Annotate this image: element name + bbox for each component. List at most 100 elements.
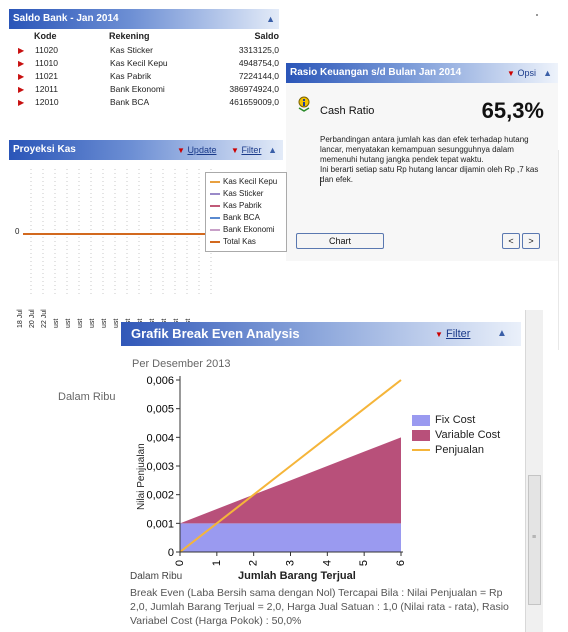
rekening-cell: Bank BCA — [110, 97, 150, 107]
saldo-bank-title: Saldo Bank - Jan 2014 — [13, 13, 119, 24]
x-tick-label: 4 — [321, 560, 333, 566]
side-divider — [558, 150, 559, 350]
legend-item: Bank Ekonomi — [210, 224, 275, 235]
kode-cell: 12011 — [35, 84, 59, 94]
legend-item: Kas Pabrik — [210, 200, 262, 211]
dropdown-icon: ▼ — [231, 146, 239, 155]
right-scrollbar[interactable]: ≡ — [525, 310, 543, 632]
chart-legend: Fix Cost Variable Cost Penjualan — [412, 414, 522, 460]
saldo-cell: 386974924,0 — [229, 84, 279, 94]
legend-item: Bank BCA — [210, 212, 260, 223]
date-tick: ust — [65, 318, 72, 328]
y-tick-label: 0,006 — [146, 375, 174, 387]
info-icon — [296, 96, 312, 112]
variable-cost-area — [180, 437, 401, 524]
proyeksi-kas-chart: 0 Kas Kecil Kepu Kas Sticker Kas Pabrik … — [9, 161, 287, 301]
x-tick-label: 0 — [174, 560, 186, 566]
row-arrow-icon: ▶ — [18, 46, 25, 55]
kode-cell: 11020 — [35, 45, 59, 55]
table-row[interactable]: ▶ 11010 Kas Kecil Kepu 4948754,0 — [9, 58, 279, 71]
proyeksi-kas-title: Proyeksi Kas — [13, 144, 76, 155]
chart-button[interactable]: Chart — [296, 233, 384, 249]
fix-cost-area — [180, 523, 401, 552]
row-arrow-icon: ▶ — [18, 72, 25, 81]
row-arrow-icon: ▶ — [18, 59, 25, 68]
collapse-icon[interactable]: ▲ — [268, 140, 277, 160]
legend-item: Fix Cost — [412, 414, 475, 426]
x-tick-label: 3 — [285, 560, 297, 566]
y-tick-label: 0,005 — [146, 404, 174, 416]
rekening-cell: Bank Ekonomi — [110, 84, 165, 94]
saldo-bank-table: Kode Rekening Saldo ▶ 11020 Kas Sticker … — [9, 30, 279, 122]
column-header-rekening: Rekening — [109, 31, 150, 41]
proyeksi-legend: Kas Kecil Kepu Kas Sticker Kas Pabrik Ba… — [205, 172, 287, 252]
zero-tick-label: 0 — [15, 227, 20, 236]
collapse-icon[interactable]: ▲ — [497, 328, 507, 339]
column-header-kode: Kode — [34, 31, 57, 41]
table-row[interactable]: ▶ 11020 Kas Sticker 3313125,0 — [9, 45, 279, 58]
row-arrow-icon: ▶ — [18, 85, 25, 94]
date-tick: ust — [113, 318, 120, 328]
x-tick-label: 1 — [211, 560, 223, 566]
collapse-icon[interactable]: ▲ — [266, 9, 275, 29]
x-tick-label: 6 — [395, 560, 407, 566]
break-even-title: Grafik Break Even Analysis — [131, 326, 300, 341]
filter-menu[interactable]: ▼ Filter — [231, 140, 261, 161]
saldo-cell: 4948754,0 — [238, 58, 279, 68]
y-axis-label: Nilai Penjualan — [136, 443, 147, 510]
rasio-keuangan-body: Cash Ratio 65,3% Perbandingan antara jum… — [286, 83, 558, 261]
break-even-chart: 0 0,001 0,002 0,003 0,004 0,005 0,006 0 1 2 3 4 5 6 — [146, 375, 407, 566]
legend-item: Kas Kecil Kepu — [210, 176, 277, 187]
scrollbar-thumb[interactable]: ≡ — [528, 475, 541, 605]
legend-item: Total Kas — [210, 236, 256, 247]
legend-item: Variable Cost — [412, 429, 500, 441]
previous-button[interactable]: < — [502, 233, 520, 249]
rekening-cell: Kas Sticker — [110, 45, 153, 55]
filter-menu[interactable]: ▼ Filter — [435, 328, 470, 340]
table-row[interactable]: ▶ 12010 Bank BCA 461659009,0 — [9, 97, 279, 110]
dropdown-icon: ▼ — [507, 69, 515, 78]
date-tick: ust — [53, 318, 60, 328]
opsi-menu[interactable]: ▼ Opsi — [507, 63, 536, 84]
saldo-cell: 3313125,0 — [238, 45, 279, 55]
grip-icon: ≡ — [532, 534, 537, 541]
text-cursor — [320, 177, 321, 186]
divider — [536, 14, 538, 16]
dropdown-icon: ▼ — [435, 330, 443, 339]
column-header-saldo: Saldo — [254, 31, 279, 41]
rekening-cell: Kas Kecil Kepu — [110, 58, 168, 68]
y-tick-label: 0,003 — [146, 461, 174, 473]
unit-label-bottom: Dalam Ribu — [130, 571, 183, 582]
legend-item: Kas Sticker — [210, 188, 263, 199]
date-tick: ust — [77, 318, 84, 328]
row-arrow-icon: ▶ — [18, 98, 25, 107]
break-even-header: Grafik Break Even Analysis ▼ Filter ▲ — [121, 322, 521, 346]
kode-cell: 11021 — [35, 71, 59, 81]
x-tick-label: 5 — [358, 560, 370, 566]
y-tick-label: 0,004 — [146, 432, 174, 444]
ratio-value: 65,3% — [481, 98, 544, 123]
y-tick-label: 0,001 — [146, 518, 174, 530]
ratio-name: Cash Ratio — [320, 105, 375, 117]
break-even-note: Break Even (Laba Bersih sama dengan Nol)… — [130, 587, 509, 627]
x-tick-label: 2 — [248, 560, 260, 566]
date-tick: ust — [89, 318, 96, 328]
saldo-bank-header: Saldo Bank - Jan 2014 ▲ — [9, 9, 279, 29]
unit-label-top: Dalam Ribu — [58, 391, 116, 403]
date-tick: 18 Jul — [17, 309, 24, 328]
date-tick: ust — [101, 318, 108, 328]
table-row[interactable]: ▶ 11021 Kas Pabrik 7224144,0 — [9, 71, 279, 84]
x-axis-label: Jumlah Barang Terjual — [238, 570, 356, 582]
kode-cell: 11010 — [35, 58, 59, 68]
rasio-keuangan-header: Rasio Keuangan s/d Bulan Jan 2014 ▼ Opsi… — [286, 63, 558, 83]
y-tick-label: 0,002 — [146, 490, 174, 502]
rasio-keuangan-title: Rasio Keuangan s/d Bulan Jan 2014 — [290, 67, 462, 78]
saldo-cell: 461659009,0 — [229, 97, 279, 107]
rekening-cell: Kas Pabrik — [110, 71, 152, 81]
ratio-description: Perbandingan antara jumlah kas dan efek … — [320, 135, 539, 184]
next-button[interactable]: > — [522, 233, 540, 249]
update-menu[interactable]: ▼ Update — [177, 140, 216, 161]
table-row[interactable]: ▶ 12011 Bank Ekonomi 386974924,0 — [9, 84, 279, 97]
dropdown-icon: ▼ — [177, 146, 185, 155]
collapse-icon[interactable]: ▲ — [543, 63, 552, 83]
